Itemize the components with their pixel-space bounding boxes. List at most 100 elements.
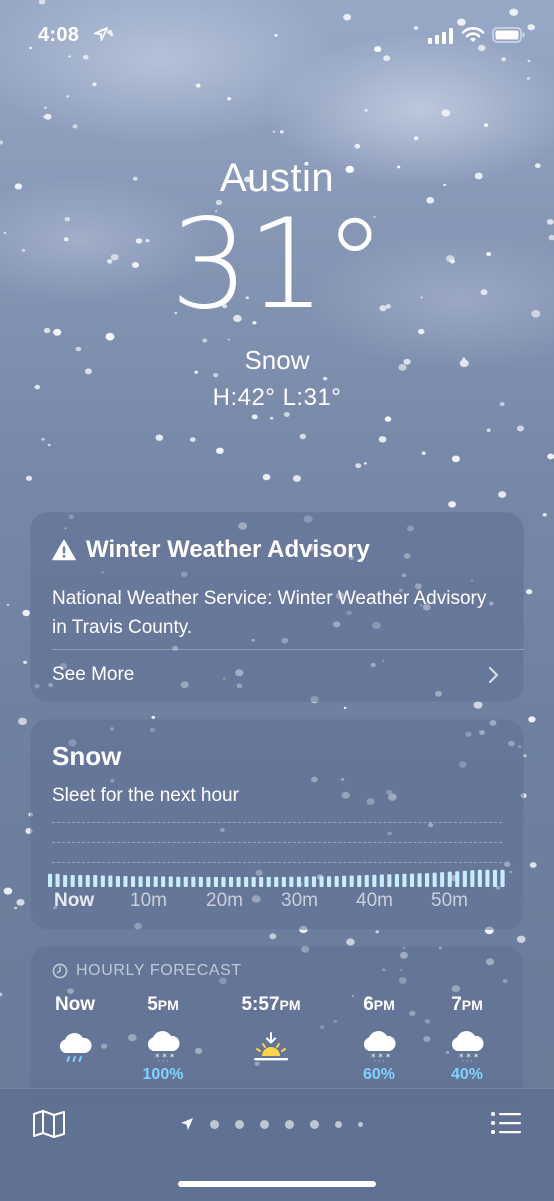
snowflake bbox=[383, 55, 391, 62]
wifi-icon bbox=[461, 27, 485, 42]
precip-title: Snow bbox=[52, 741, 122, 771]
snowflake bbox=[189, 437, 196, 442]
precip-bar bbox=[70, 875, 75, 887]
snowflake bbox=[441, 109, 451, 117]
tick-label-10m: 10m bbox=[130, 890, 167, 911]
precip-bar bbox=[500, 869, 505, 887]
snowflake bbox=[483, 123, 489, 128]
precip-bar bbox=[221, 876, 226, 887]
snowflake bbox=[68, 55, 71, 58]
hourly-header: HOURLY FORECAST bbox=[52, 962, 242, 980]
precip-bar bbox=[432, 872, 437, 887]
snowflake bbox=[375, 930, 380, 934]
snowflake bbox=[501, 57, 506, 62]
precip-bar bbox=[349, 875, 354, 887]
precip-bar bbox=[213, 876, 218, 887]
snowflake bbox=[421, 451, 426, 455]
precip-bar bbox=[153, 876, 158, 887]
hourly-forecast-card[interactable]: HOURLY FORECAST Now 5PM * * * ' ' ' 100%… bbox=[30, 946, 524, 1106]
hourly-precip-chance: 40% bbox=[450, 1066, 484, 1083]
hourly-item-7pm[interactable]: 7PM * * * ' ' ' 40% bbox=[422, 994, 512, 1086]
advisory-header: Winter Weather Advisory bbox=[52, 536, 370, 564]
precip-bar bbox=[206, 876, 211, 887]
snowflake bbox=[44, 113, 52, 120]
chevron-right-icon[interactable] bbox=[488, 666, 500, 684]
page-dot[interactable] bbox=[210, 1119, 219, 1129]
home-indicator[interactable] bbox=[178, 1181, 376, 1187]
precip-bar bbox=[417, 873, 422, 887]
hourly-item-6pm[interactable]: 6PM * * * ' ' ' 60% bbox=[334, 994, 424, 1086]
snowflake bbox=[0, 140, 4, 145]
snowflake bbox=[72, 124, 78, 129]
advisory-divider bbox=[52, 649, 524, 650]
page-dot[interactable] bbox=[285, 1119, 294, 1129]
page-dot[interactable] bbox=[358, 1121, 363, 1127]
advisory-body: National Weather Service: Winter Weather… bbox=[52, 588, 487, 638]
next-hour-precipitation-card[interactable]: Snow Sleet for the next hour Now 10m 20m… bbox=[30, 719, 524, 930]
hourly-item-5pm[interactable]: 5PM * * * ' ' ' 100% bbox=[118, 994, 208, 1086]
page-dot[interactable] bbox=[260, 1119, 269, 1129]
snowflake bbox=[216, 447, 224, 454]
hourly-item-now[interactable]: Now bbox=[30, 994, 120, 1086]
snowflake bbox=[155, 434, 164, 441]
tick-label-40m: 40m bbox=[356, 890, 393, 911]
tick-label-30m: 30m bbox=[281, 890, 318, 911]
precip-bar bbox=[304, 876, 309, 887]
snowflake bbox=[292, 475, 301, 482]
precip-bar bbox=[85, 875, 90, 887]
status-bar: 4:08 bbox=[0, 20, 554, 50]
advisory-title: Winter Weather Advisory bbox=[86, 536, 370, 563]
snowflake bbox=[448, 501, 456, 508]
current-conditions: Austin 31° Snow H:42° L:31° bbox=[0, 150, 554, 412]
precip-bar bbox=[455, 871, 460, 887]
precip-bar bbox=[251, 876, 256, 887]
snowflake bbox=[486, 428, 491, 432]
precip-bar bbox=[485, 869, 490, 887]
snowflake bbox=[18, 717, 27, 726]
svg-text:' ' ': ' ' ' bbox=[374, 1059, 384, 1065]
precip-bar bbox=[131, 876, 136, 887]
snowflake bbox=[413, 136, 419, 141]
precip-bar bbox=[470, 870, 475, 887]
hourly-time: 7PM bbox=[451, 994, 483, 1015]
precip-bar bbox=[63, 875, 68, 887]
current-temperature: 31° bbox=[170, 193, 386, 337]
hourly-precip-chance bbox=[226, 1066, 316, 1086]
snowflake bbox=[66, 95, 70, 98]
status-time: 4:08 bbox=[38, 24, 80, 46]
snowflake bbox=[0, 992, 3, 997]
page-indicator[interactable] bbox=[180, 1117, 363, 1131]
precip-bar bbox=[236, 876, 241, 887]
precip-bar bbox=[108, 875, 113, 887]
page-dot[interactable] bbox=[235, 1119, 244, 1129]
snowflake bbox=[378, 436, 387, 443]
precip-bar bbox=[402, 873, 407, 887]
snowflake bbox=[16, 899, 25, 906]
weather-advisory-card[interactable]: Winter Weather Advisory National Weather… bbox=[30, 512, 524, 702]
clock-icon bbox=[52, 963, 68, 979]
hourly-item-sunset[interactable]: 5:57PM bbox=[226, 994, 316, 1086]
snowflake bbox=[47, 443, 51, 447]
page-dot[interactable] bbox=[335, 1120, 342, 1128]
precip-bar bbox=[229, 876, 234, 887]
map-icon[interactable] bbox=[32, 1109, 66, 1139]
snowflake bbox=[516, 935, 526, 943]
warning-triangle-icon bbox=[52, 539, 76, 561]
page-dot[interactable] bbox=[310, 1119, 319, 1129]
precip-bar bbox=[274, 876, 279, 887]
precip-bar bbox=[425, 873, 430, 887]
location-arrow-icon bbox=[94, 27, 108, 41]
precip-bar bbox=[462, 870, 467, 887]
svg-text:' ' ': ' ' ' bbox=[462, 1059, 472, 1065]
see-more-link[interactable]: See More bbox=[52, 664, 134, 686]
precip-bar bbox=[372, 874, 377, 887]
list-icon[interactable] bbox=[490, 1111, 522, 1135]
precip-intensity-chart bbox=[48, 869, 505, 887]
precip-bar bbox=[440, 872, 445, 887]
snowflake bbox=[22, 609, 31, 617]
snowflake bbox=[529, 862, 537, 868]
precip-bar bbox=[191, 876, 196, 887]
snowflake bbox=[25, 475, 33, 481]
precip-bar bbox=[168, 876, 173, 887]
precip-bar bbox=[296, 876, 301, 887]
